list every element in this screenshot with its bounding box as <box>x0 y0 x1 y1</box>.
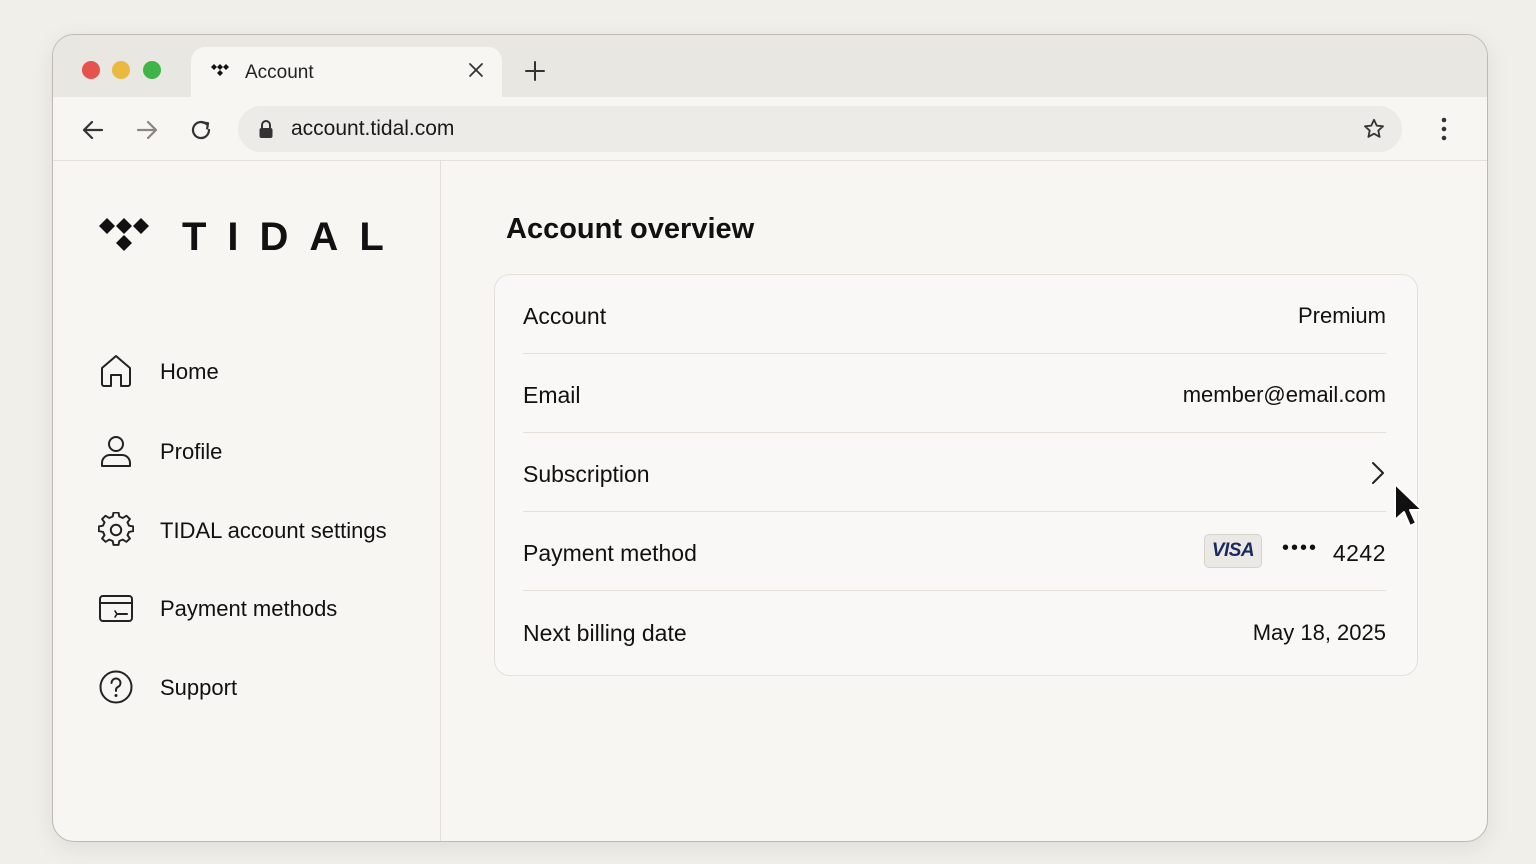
payment-method-label: Payment method <box>523 540 697 566</box>
sidebar-item-support[interactable]: Support <box>98 667 418 707</box>
tidal-favicon-icon <box>211 64 229 76</box>
chevron-right-icon[interactable] <box>1370 460 1386 486</box>
email-label: Email <box>523 382 581 408</box>
maximize-window-button[interactable] <box>143 61 161 79</box>
tab-close-icon[interactable] <box>464 58 488 82</box>
account-overview-card: Account Premium Email member@email.com S… <box>494 274 1418 676</box>
browser-window: Account account.tidal.com TIDAL Home Pro… <box>52 34 1488 842</box>
bookmark-star-icon[interactable] <box>1362 117 1386 141</box>
sidebar: TIDAL Home Profile TIDAL account setting… <box>53 161 441 841</box>
back-arrow-icon[interactable] <box>80 117 106 143</box>
sidebar-item-label: TIDAL account settings <box>160 518 387 543</box>
sidebar-item-label: Payment methods <box>160 596 338 621</box>
sidebar-item-label: Profile <box>160 439 223 464</box>
mouse-cursor-icon <box>1394 483 1423 527</box>
lock-icon <box>259 120 273 138</box>
subscription-row[interactable]: Subscription <box>523 433 1386 512</box>
reload-icon[interactable] <box>188 117 214 143</box>
masked-card-dots: •••• <box>1281 537 1318 559</box>
sidebar-item-label: Home <box>160 359 219 384</box>
tidal-logo[interactable]: TIDAL <box>98 217 384 257</box>
main-content: Account overview Account Premium Email m… <box>442 161 1487 841</box>
browser-menu-icon[interactable] <box>1431 115 1457 143</box>
visa-card-badge: VISA <box>1204 534 1262 568</box>
subscription-label: Subscription <box>523 461 650 487</box>
forward-arrow-icon[interactable] <box>134 117 160 143</box>
account-plan-value: Premium <box>1297 303 1386 328</box>
next-billing-row: Next billing date May 18, 2025 <box>523 592 1386 671</box>
new-tab-icon[interactable] <box>523 59 547 83</box>
email-value: member@email.com <box>1182 382 1386 407</box>
next-billing-label: Next billing date <box>523 620 687 646</box>
card-last-four: 4242 <box>1332 540 1386 566</box>
user-icon <box>101 436 131 467</box>
title-bar: Account <box>53 35 1487 99</box>
account-label: Account <box>523 303 607 329</box>
browser-tab[interactable]: Account <box>191 47 502 99</box>
account-row: Account Premium <box>523 275 1386 354</box>
sidebar-item-label: Support <box>160 675 238 700</box>
browser-toolbar: account.tidal.com <box>53 97 1487 161</box>
close-window-button[interactable] <box>82 61 100 79</box>
url-text[interactable]: account.tidal.com <box>291 117 454 141</box>
logo-wordmark: TIDAL <box>182 215 405 259</box>
payment-method-row: Payment method VISA •••• 4242 <box>523 512 1386 591</box>
address-bar[interactable]: account.tidal.com <box>238 106 1402 152</box>
sidebar-item-home[interactable]: Home <box>98 351 418 391</box>
sidebar-item-account-settings[interactable]: TIDAL account settings <box>98 510 418 550</box>
sidebar-item-profile[interactable]: Profile <box>98 431 418 471</box>
tidal-logo-icon <box>99 218 149 251</box>
page-title: Account overview <box>506 213 755 245</box>
sidebar-item-payment-methods[interactable]: Payment methods <box>98 588 418 628</box>
help-icon <box>99 670 133 704</box>
gear-icon <box>98 512 134 546</box>
minimize-window-button[interactable] <box>112 61 130 79</box>
tab-title: Account <box>245 62 314 83</box>
home-icon <box>101 355 131 387</box>
next-billing-value: May 18, 2025 <box>1252 620 1386 645</box>
card-icon <box>99 595 133 622</box>
email-row: Email member@email.com <box>523 354 1386 433</box>
